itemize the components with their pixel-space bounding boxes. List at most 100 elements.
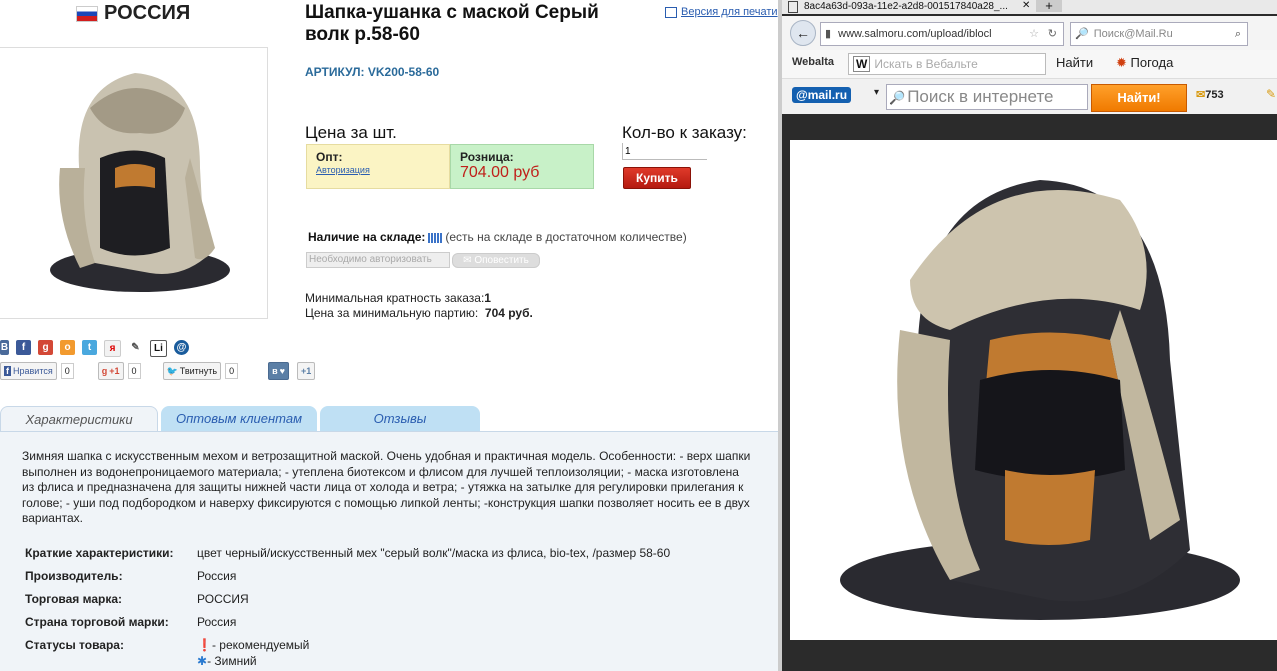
- char-value: РОССИЯ: [197, 592, 249, 606]
- auth-required-field[interactable]: Необходимо авторизовать: [306, 252, 450, 268]
- search-icon[interactable]: ⌕: [1235, 23, 1241, 45]
- back-icon[interactable]: ←: [790, 20, 816, 46]
- mailru-share-icon[interactable]: @: [174, 340, 189, 355]
- close-tab-icon[interactable]: ✕: [1022, 0, 1030, 11]
- twitter-share-icon[interactable]: t: [82, 340, 97, 355]
- notify-button[interactable]: ✉ Оповестить: [452, 253, 540, 268]
- yandex-share-icon[interactable]: я: [104, 340, 121, 357]
- new-tab-button[interactable]: +: [1036, 0, 1062, 13]
- vk-plus-label: +1: [300, 366, 312, 376]
- retail-label: Розница:: [460, 150, 514, 164]
- googleplus-share-icon[interactable]: g: [38, 340, 53, 355]
- vk-icon: в: [272, 366, 278, 376]
- liveinternet-share-icon[interactable]: Li: [150, 340, 167, 357]
- like-buttons: f Нравится 0 g +1 0 🐦 Твитнуть 0 в ♥ +1: [0, 362, 316, 380]
- gplus-button[interactable]: g +1: [97, 362, 124, 380]
- min-order-info: Минимальная кратность заказа:1 Цена за м…: [305, 291, 533, 321]
- mailru-toolbar: @mail.ru ▾ 🔎 Поиск в интернете Найти! ✉75…: [782, 79, 1277, 115]
- tab-wholesale[interactable]: Оптовым клиентам: [161, 406, 317, 431]
- weather-button[interactable]: ✹ Погода: [1116, 55, 1173, 71]
- twitter-bird-icon: 🐦: [166, 365, 178, 376]
- retail-price: 704.00 руб: [460, 164, 540, 181]
- snowflake-icon: ✱: [197, 654, 208, 668]
- tab-reviews[interactable]: Отзывы: [320, 406, 480, 431]
- gplus-label: +1: [109, 366, 120, 376]
- vk-like-button[interactable]: в ♥: [268, 362, 289, 380]
- webalta-search-input[interactable]: W Искать в Вебальте: [848, 53, 1046, 75]
- char-value: ❗- рекомендуемый ✱- Зимний: [197, 637, 670, 671]
- tweet-label: Твитнуть: [179, 366, 218, 376]
- char-key: Торговая марка:: [25, 592, 123, 606]
- weather-label: Погода: [1130, 55, 1174, 70]
- tab-title: 8ac4a63d-093a-11e2-a2d8-001517840a28_...: [804, 1, 1008, 12]
- char-key: Страна торговой марки:: [25, 615, 169, 629]
- tweet-button[interactable]: 🐦 Твитнуть: [162, 362, 222, 380]
- stock-status: Наличие на складе: (есть на складе в дост…: [308, 230, 687, 244]
- auth-link[interactable]: Авторизация: [316, 165, 449, 175]
- print-version-link[interactable]: Версия для печати: [665, 6, 778, 18]
- search-bar[interactable]: 🔎 Поиск@Mail.Ru ⌕: [1070, 22, 1248, 46]
- status-winter: - Зимний: [207, 654, 257, 668]
- stock-bars-icon: [428, 232, 443, 243]
- characteristics-table: Краткие характеристики: цвет черный/искус…: [25, 545, 670, 671]
- table-row: Торговая марка: РОССИЯ: [25, 591, 670, 614]
- lock-icon: ▮: [825, 28, 832, 40]
- char-value: цвет черный/искусственный мех "серый вол…: [197, 546, 671, 560]
- webalta-find-button[interactable]: Найти: [1056, 55, 1093, 70]
- russia-flag-icon: [76, 5, 98, 22]
- webalta-toolbar: Webalta W Искать в Вебальте Найти ✹ Погод…: [782, 50, 1277, 79]
- odnoklassniki-share-icon[interactable]: о: [60, 340, 75, 355]
- facebook-share-icon[interactable]: f: [16, 340, 31, 355]
- g-icon: g: [101, 366, 108, 376]
- reload-icon[interactable]: ↻: [1048, 23, 1057, 45]
- search-engine-icon: 🔎: [889, 90, 906, 105]
- hat-large-image: [840, 180, 1240, 620]
- mail-search-input[interactable]: 🔎 Поиск в интернете: [886, 84, 1088, 110]
- webalta-search-placeholder: Искать в Вебальте: [874, 57, 978, 71]
- mail-find-button[interactable]: Найти!: [1091, 84, 1187, 112]
- table-row: Страна торговой марки: Россия: [25, 614, 670, 637]
- brand[interactable]: РОССИЯ: [76, 2, 190, 25]
- min-order-label: Минимальная кратность заказа:: [305, 291, 485, 305]
- fb-like-count: 0: [60, 363, 74, 379]
- hat-image: [50, 73, 230, 292]
- url-bar[interactable]: ▮ www.salmoru.com/upload/iblocl ☆ ↻: [820, 22, 1064, 46]
- product-tabs: Характеристики Оптовым клиентам Отзывы: [0, 406, 480, 432]
- share-icons: В f g о t я ✎ Li @: [0, 340, 189, 357]
- table-row: Производитель: Россия: [25, 568, 670, 591]
- heart-icon: ♥: [279, 366, 285, 376]
- min-order-value: 1: [484, 291, 491, 305]
- extra-toolbar-icon[interactable]: ✎: [1266, 87, 1276, 101]
- search-placeholder: Поиск@Mail.Ru: [1093, 28, 1173, 40]
- mail-count-value: 753: [1205, 89, 1224, 101]
- webalta-logo[interactable]: Webalta: [792, 56, 834, 68]
- browser-window: 8ac4a63d-093a-11e2-a2d8-001517840a28_...…: [778, 0, 1277, 671]
- pencil-share-icon[interactable]: ✎: [128, 340, 143, 355]
- min-price-label: Цена за минимальную партию:: [305, 306, 479, 320]
- mail-count[interactable]: ✉753: [1196, 88, 1224, 101]
- status-recommended: - рекомендуемый: [211, 638, 310, 652]
- fb-like-button[interactable]: f Нравится: [0, 362, 57, 380]
- tab-characteristics[interactable]: Характеристики: [0, 406, 158, 432]
- table-row: Краткие характеристики: цвет черный/искус…: [25, 545, 670, 568]
- quantity-input[interactable]: [622, 143, 707, 160]
- search-engine-icon: 🔎: [1075, 28, 1089, 40]
- print-link-text: Версия для печати: [681, 6, 778, 18]
- recommended-icon: ❗: [197, 638, 212, 652]
- vk-plus-button[interactable]: +1: [296, 362, 316, 380]
- vk-share-icon[interactable]: В: [0, 340, 9, 355]
- star-icon[interactable]: ☆: [1029, 23, 1039, 45]
- min-price-value: 704 руб.: [484, 306, 533, 320]
- table-row: Статусы товара: ❗- рекомендуемый ✱- Зимн…: [25, 637, 670, 671]
- fb-icon: f: [4, 366, 11, 376]
- gplus-count: 0: [127, 363, 141, 379]
- browser-tab[interactable]: 8ac4a63d-093a-11e2-a2d8-001517840a28_...…: [782, 0, 1277, 14]
- mailru-logo[interactable]: @mail.ru: [792, 87, 852, 103]
- stock-text: (есть на складе в достаточном количестве…: [445, 230, 687, 244]
- mail-menu-icon[interactable]: ▾: [874, 87, 879, 98]
- product-thumbnail[interactable]: [0, 47, 268, 319]
- stock-label: Наличие на складе:: [308, 230, 426, 244]
- char-value: Россия: [197, 615, 237, 629]
- url-text: www.salmoru.com/upload/iblocl: [838, 28, 992, 40]
- buy-button[interactable]: Купить: [623, 167, 691, 189]
